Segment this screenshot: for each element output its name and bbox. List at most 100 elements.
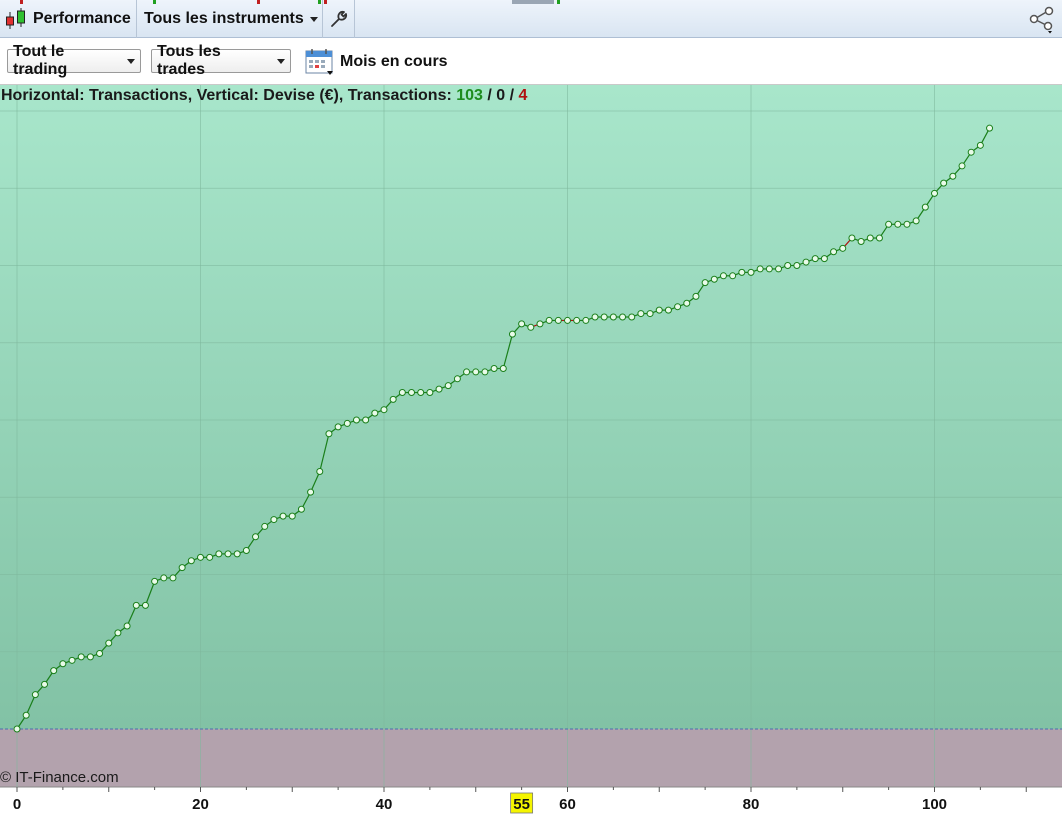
equity-point bbox=[756, 265, 764, 273]
equity-point bbox=[830, 248, 838, 256]
equity-point bbox=[536, 320, 544, 328]
trades-filter-dropdown[interactable]: Tous les trades bbox=[151, 43, 291, 78]
equity-point bbox=[793, 262, 801, 269]
equity-point bbox=[215, 550, 223, 558]
wrench-icon bbox=[330, 10, 347, 27]
wins-count: 103 bbox=[456, 87, 483, 104]
equity-point bbox=[297, 505, 305, 513]
x-tick-label: 40 bbox=[376, 796, 393, 813]
trading-scope-dropdown[interactable]: Tout le trading bbox=[7, 43, 141, 78]
equity-point bbox=[86, 653, 94, 661]
equity-point bbox=[674, 303, 682, 311]
equity-point bbox=[417, 389, 425, 397]
x-tick-label: 60 bbox=[559, 796, 576, 813]
equity-point bbox=[664, 306, 672, 314]
equity-point bbox=[197, 553, 204, 561]
equity-point bbox=[554, 316, 562, 324]
positive-zone bbox=[0, 85, 1062, 729]
chevron-down-icon bbox=[127, 58, 135, 64]
cursor-x-label: 55 bbox=[513, 796, 530, 813]
equity-point bbox=[187, 557, 195, 565]
equity-point bbox=[490, 365, 498, 372]
equity-point bbox=[233, 550, 241, 558]
equity-point bbox=[279, 512, 287, 520]
equity-point bbox=[261, 522, 269, 530]
x-tick-label: 20 bbox=[192, 796, 209, 813]
equity-point bbox=[435, 385, 443, 393]
equity-point bbox=[857, 237, 865, 245]
equity-point bbox=[518, 320, 526, 328]
equity-point bbox=[132, 601, 140, 609]
filter-toolbar: Tout le trading Tous les trades Mois en … bbox=[0, 38, 1062, 85]
equity-point bbox=[866, 234, 874, 242]
equity-point bbox=[68, 656, 76, 664]
equity-point bbox=[683, 299, 691, 307]
equity-point bbox=[921, 203, 929, 211]
performance-label: Performance bbox=[33, 10, 131, 27]
equity-point bbox=[389, 395, 397, 403]
equity-point bbox=[628, 313, 636, 321]
period-label: Mois en cours bbox=[340, 53, 448, 70]
mini-tick bbox=[512, 0, 554, 4]
equity-point bbox=[380, 406, 388, 414]
equity-point bbox=[288, 512, 296, 520]
equity-point bbox=[50, 667, 58, 675]
mini-tick bbox=[557, 0, 560, 4]
equity-point bbox=[986, 124, 994, 132]
equity-point bbox=[591, 313, 599, 321]
instruments-label: Tous les instruments bbox=[144, 10, 304, 27]
share-icon[interactable] bbox=[1028, 6, 1056, 34]
equity-point bbox=[958, 162, 966, 170]
performance-menu[interactable]: Performance bbox=[0, 0, 137, 38]
equity-point bbox=[77, 653, 85, 661]
equity-point bbox=[334, 423, 342, 431]
negative-zone bbox=[0, 729, 1062, 787]
calendar-icon[interactable] bbox=[305, 48, 335, 76]
equity-point bbox=[903, 220, 911, 228]
equity-point bbox=[160, 574, 168, 582]
equity-point bbox=[463, 368, 471, 376]
equity-chart: 0 20 40 60 80 100 55 Horizontal: Transactions,… bbox=[0, 85, 1062, 814]
equity-point bbox=[481, 368, 489, 376]
equity-point bbox=[242, 546, 250, 554]
equity-point bbox=[13, 725, 21, 733]
equity-point bbox=[105, 639, 113, 647]
equity-point bbox=[692, 292, 700, 300]
equity-point bbox=[31, 691, 39, 699]
equity-point bbox=[307, 488, 315, 496]
equity-point bbox=[738, 268, 746, 276]
equity-point bbox=[362, 416, 370, 424]
equity-point bbox=[472, 368, 480, 376]
equity-point bbox=[949, 172, 957, 180]
neutral-count: 0 bbox=[496, 87, 506, 104]
equity-point bbox=[820, 255, 828, 263]
equity-point bbox=[408, 389, 416, 397]
equity-point bbox=[343, 419, 351, 427]
equity-point bbox=[141, 601, 149, 609]
equity-point bbox=[931, 189, 938, 197]
equity-point bbox=[600, 313, 608, 321]
losses-count: 4 bbox=[518, 87, 528, 104]
legend-separator: / bbox=[505, 87, 519, 104]
equity-point bbox=[151, 577, 159, 585]
legend-text: Horizontal: Transactions, Vertical: Devi… bbox=[1, 87, 457, 104]
settings-button[interactable] bbox=[323, 0, 355, 38]
chart-legend: Horizontal: Transactions, Vertical: Devi… bbox=[1, 87, 527, 105]
equity-point bbox=[967, 148, 975, 156]
equity-point bbox=[848, 234, 856, 242]
equity-point bbox=[609, 313, 617, 321]
equity-point bbox=[582, 316, 590, 324]
equity-point bbox=[894, 220, 902, 228]
equity-point bbox=[270, 516, 278, 524]
equity-point bbox=[316, 468, 324, 475]
equity-point bbox=[352, 416, 360, 424]
equity-point bbox=[96, 649, 104, 657]
equity-point bbox=[802, 258, 810, 266]
equity-point bbox=[545, 316, 553, 324]
equity-point bbox=[646, 310, 654, 318]
instruments-dropdown[interactable]: Tous les instruments bbox=[137, 0, 323, 38]
equity-point bbox=[775, 265, 783, 273]
top-toolbar: Performance Tous les instruments bbox=[0, 0, 1062, 38]
equity-point bbox=[444, 382, 452, 390]
equity-point bbox=[912, 217, 920, 225]
